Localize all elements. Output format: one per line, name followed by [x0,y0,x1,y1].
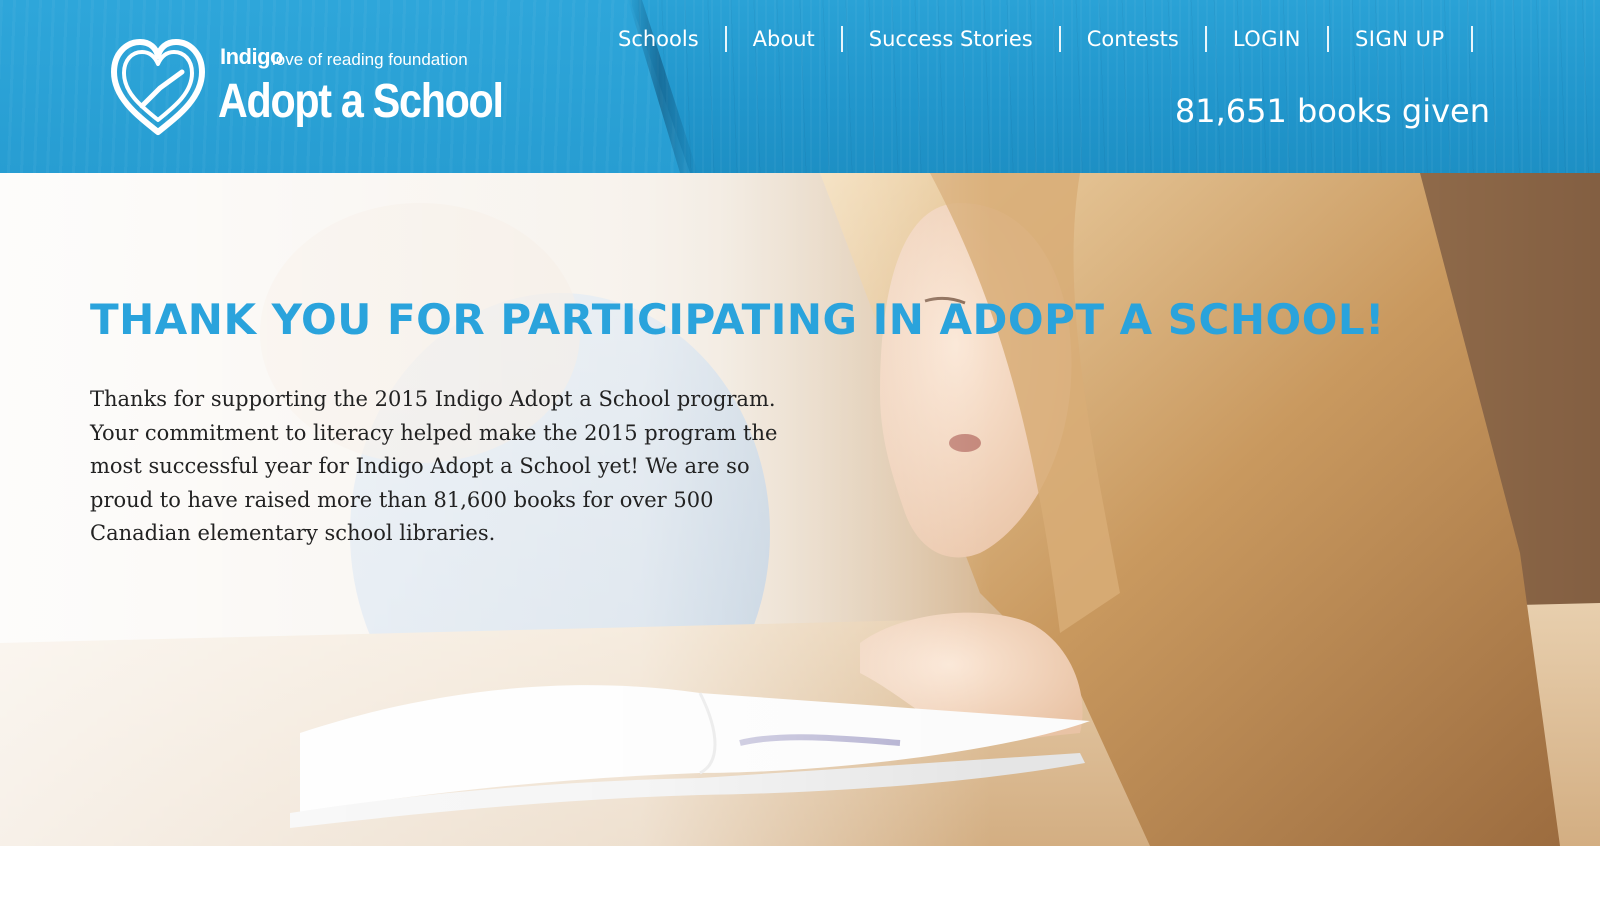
nav-contests[interactable]: Contests [1061,26,1207,52]
logo-tagline: love of reading foundation [272,50,468,69]
hero-body-text: Thanks for supporting the 2015 Indigo Ad… [90,387,778,545]
heart-book-icon [111,39,205,135]
nav-sign-up[interactable]: SIGN UP [1329,26,1473,52]
books-given-counter: 81,651 books given [1174,92,1490,130]
nav-success-stories[interactable]: Success Stories [843,26,1061,52]
nav-about[interactable]: About [727,26,843,52]
hero-title: THANK YOU FOR PARTICIPATING IN ADOPT A S… [90,295,1385,344]
hero-banner: THANK YOU FOR PARTICIPATING IN ADOPT A S… [0,173,1600,846]
nav-login[interactable]: LOGIN [1207,26,1329,52]
site-header: Indigo love of reading foundation Adopt … [0,0,1600,173]
nav-schools[interactable]: Schools [592,26,727,52]
logo-title: Adopt a School [218,75,504,128]
site-logo[interactable]: Indigo love of reading foundation Adopt … [108,36,504,142]
main-nav: Schools About Success Stories Contests L… [592,22,1473,56]
